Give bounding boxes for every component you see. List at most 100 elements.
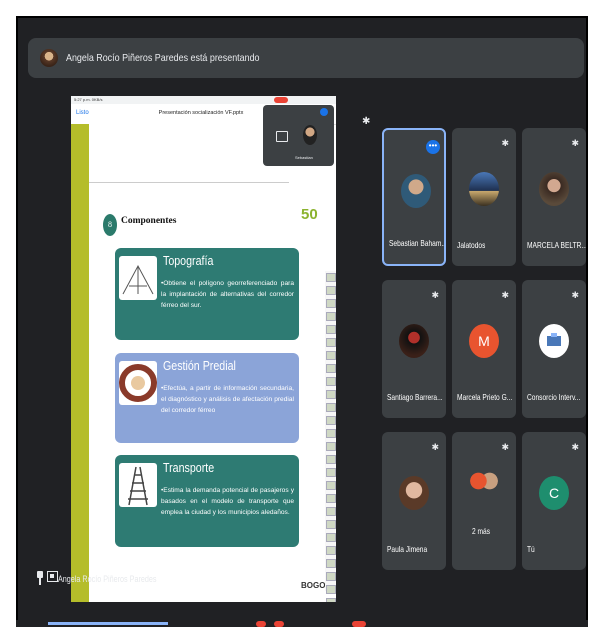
participant-tile[interactable]: ✱ MARCELA BELTR...	[522, 128, 586, 266]
avatar-stack	[470, 470, 498, 492]
topography-image	[119, 256, 157, 300]
slide-thumb[interactable]	[325, 520, 336, 529]
participant-name: Marcela Prieto G...	[457, 392, 513, 402]
avatar	[399, 324, 429, 358]
shared-screen[interactable]: 5:27 p.m. 0KB/s Listo Presentación socia…	[71, 96, 336, 602]
pip-avatar	[303, 125, 317, 145]
end-call-button[interactable]	[352, 621, 366, 627]
meet-window: Angela Rocío Piñeros Paredes está presen…	[16, 16, 588, 622]
slide-thumb[interactable]	[325, 585, 336, 594]
participant-tile[interactable]: ✱ Jalatodos	[452, 128, 516, 266]
previous-slide-thumb	[89, 124, 289, 183]
card-title: Topografía	[163, 253, 214, 268]
section-number: 8	[103, 214, 117, 236]
presentation-icon[interactable]	[47, 571, 58, 582]
mic-off-icon: ✱	[501, 442, 509, 452]
mic-off-icon: ✱	[571, 138, 579, 148]
participant-name: Jalatodos	[457, 240, 486, 250]
card-topografia: Topografía •Obtiene el polígono georrefe…	[115, 248, 299, 340]
participant-name: Consorcio Interv...	[527, 392, 581, 402]
ppt-file-title: Presentación socialización VF.pptx	[158, 110, 244, 116]
slide-thumb[interactable]	[325, 559, 336, 568]
card-text: •Estima la demanda potencial de pasajero…	[161, 487, 294, 516]
slide-thumb[interactable]	[325, 507, 336, 516]
mic-off-icon: ✱	[501, 290, 509, 300]
slide-thumb[interactable]	[325, 455, 336, 464]
more-options-icon[interactable]: •••	[426, 140, 440, 154]
participant-name: Santiago Barrera...	[387, 392, 443, 402]
mic-off-icon: ✱	[362, 116, 371, 127]
participant-name: Tú	[527, 544, 535, 554]
slide-thumb[interactable]	[325, 429, 336, 438]
slide-accent-strip	[71, 124, 89, 602]
slide-thumb[interactable]	[325, 494, 336, 503]
meet-control-bar	[16, 620, 588, 627]
mic-off-icon: ✱	[501, 138, 509, 148]
status-time: 5:27 p.m. 0KB/s	[74, 97, 103, 102]
presenter-banner-text: Angela Rocío Piñeros Paredes está presen…	[66, 52, 260, 64]
participant-name: 2 más	[472, 526, 491, 536]
control-bar-highlight	[48, 622, 168, 625]
participant-name: Paula Jimena	[387, 544, 428, 554]
slide-thumb[interactable]	[325, 312, 336, 321]
slide-thumb[interactable]	[325, 598, 336, 602]
participant-tile[interactable]: ✱ Santiago Barrera...	[382, 280, 446, 418]
slide-thumb[interactable]	[325, 403, 336, 412]
card-gestion-predial: Gestión Predial •Efectúa, a partir de in…	[115, 353, 299, 443]
avatar	[399, 476, 429, 510]
control-button[interactable]	[274, 621, 284, 627]
current-slide: 8 Componentes 50 Topografía •Obtiene el …	[89, 186, 336, 590]
slide-thumb[interactable]	[325, 546, 336, 555]
card-text: •Obtiene el polígono georreferenciado pa…	[161, 280, 294, 309]
participant-tile[interactable]: ✱ Consorcio Interv...	[522, 280, 586, 418]
participant-name: Sebastian Baham...	[389, 238, 446, 248]
participant-name: MARCELA BELTR...	[527, 240, 586, 250]
slide-thumb[interactable]	[325, 364, 336, 373]
slide-thumb[interactable]	[325, 351, 336, 360]
presenter-avatar	[40, 49, 58, 67]
pip-more-icon[interactable]	[320, 108, 328, 116]
property-image	[119, 361, 157, 405]
recording-indicator	[274, 97, 288, 103]
mic-off-icon: ✱	[431, 442, 439, 452]
slide-thumb[interactable]	[325, 325, 336, 334]
avatar	[539, 324, 569, 358]
presenter-banner: Angela Rocío Piñeros Paredes está presen…	[28, 38, 584, 78]
mic-off-icon: ✱	[431, 290, 439, 300]
slide-thumb[interactable]	[325, 286, 336, 295]
ppt-done-button[interactable]: Listo	[76, 110, 89, 116]
control-button[interactable]	[256, 621, 266, 627]
participant-tile[interactable]: ✱ 2 más	[452, 432, 516, 570]
participant-tile[interactable]: ✱ Paula Jimena	[382, 432, 446, 570]
slide-thumb[interactable]	[325, 572, 336, 581]
avatar	[469, 172, 499, 206]
slide-thumb[interactable]	[325, 390, 336, 399]
slide-thumb[interactable]	[325, 299, 336, 308]
pip-name: Sebastian	[295, 155, 313, 160]
avatar	[401, 174, 431, 208]
participant-tile[interactable]: ✱ C Tú	[522, 432, 586, 570]
slide-thumb[interactable]	[325, 338, 336, 347]
slide-thumb[interactable]	[325, 533, 336, 542]
mic-off-icon: ✱	[571, 290, 579, 300]
mic-off-icon: ✱	[571, 442, 579, 452]
device-status-bar: 5:27 p.m. 0KB/s	[71, 96, 336, 104]
slide-thumb[interactable]	[325, 468, 336, 477]
slide-thumb[interactable]	[325, 377, 336, 386]
participant-tile[interactable]: ✱ M Marcela Prieto G...	[452, 280, 516, 418]
share-screen-icon[interactable]	[276, 131, 288, 142]
card-title: Transporte	[163, 460, 215, 475]
slide-thumb[interactable]	[325, 442, 336, 451]
self-view-pip[interactable]: Sebastian	[263, 105, 334, 166]
section-title: Componentes	[121, 216, 177, 226]
presenter-name-label: Angela Rocío Piñeros Paredes	[58, 574, 157, 584]
pin-icon[interactable]	[37, 571, 43, 585]
slide-thumbnail-strip[interactable]	[325, 271, 336, 602]
slide-thumb[interactable]	[325, 416, 336, 425]
card-title: Gestión Predial	[163, 358, 236, 373]
slide-thumb[interactable]	[325, 273, 336, 282]
railway-image	[119, 463, 157, 507]
avatar	[539, 172, 569, 206]
slide-thumb[interactable]	[325, 481, 336, 490]
participant-tile[interactable]: ••• Sebastian Baham...	[382, 128, 446, 266]
